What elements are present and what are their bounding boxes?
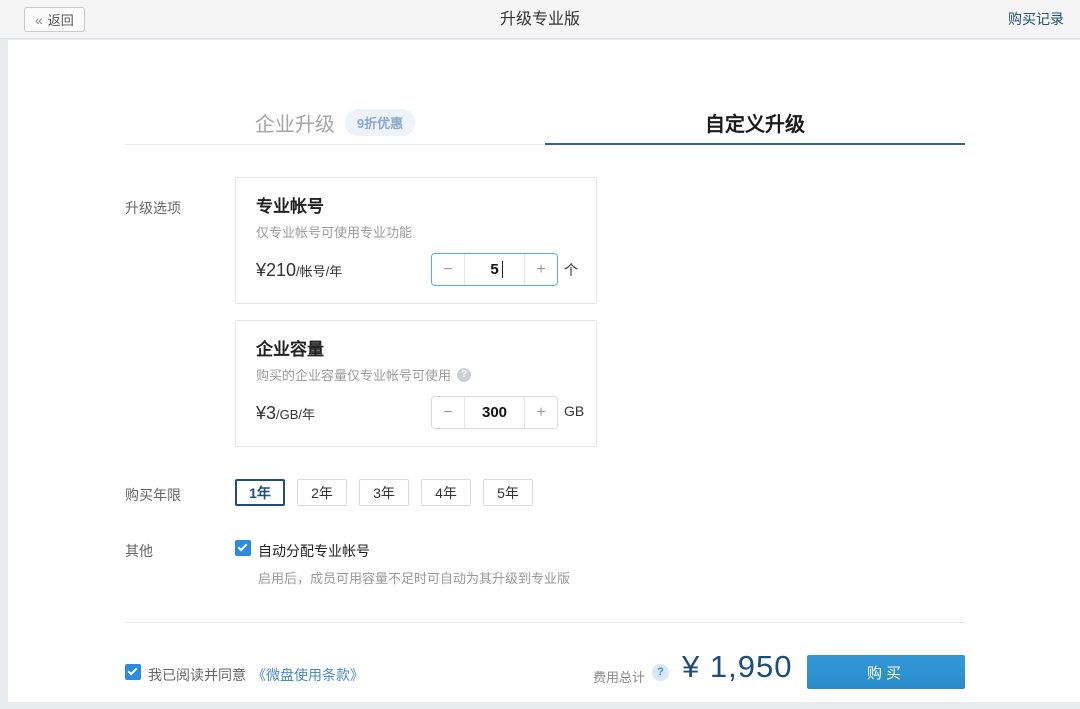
page-title: 升级专业版 <box>0 0 1080 39</box>
content-panel: 企业升级 9折优惠 自定义升级 升级选项 专业帐号 仅专业帐号可使用专业功能 ¥… <box>8 40 1080 702</box>
quantity-unit: 个 <box>564 260 578 280</box>
year-option-5[interactable]: 5年 <box>483 479 533 506</box>
footer-divider <box>125 622 965 623</box>
quantity-cell <box>465 254 524 285</box>
unit-price: ¥210 <box>256 260 296 281</box>
quantity-cell <box>465 397 524 428</box>
total-label: 费用总计 <box>593 667 645 686</box>
upgrade-page: « 返回 升级专业版 购买记录 企业升级 9折优惠 自定义升级 升级选项 专业帐… <box>0 0 1080 709</box>
capacity-quantity-input[interactable] <box>465 397 524 428</box>
discount-badge: 9折优惠 <box>345 109 415 136</box>
check-icon <box>238 542 248 552</box>
purchase-history-link[interactable]: 购买记录 <box>1008 0 1064 39</box>
plus-button[interactable]: + <box>524 397 557 428</box>
terms-checkbox[interactable] <box>125 664 141 680</box>
price-row: ¥210 /帐号/年 <box>256 260 342 281</box>
price-row: ¥3 /GB/年 <box>256 403 315 424</box>
account-quantity-input[interactable] <box>465 254 524 285</box>
buy-button[interactable]: 购买 <box>807 655 965 689</box>
topbar: « 返回 升级专业版 购买记录 <box>0 0 1080 39</box>
unit-price: ¥3 <box>256 403 276 424</box>
terms-link[interactable]: 《微盘使用条款》 <box>252 665 364 685</box>
card-desc: 购买的企业容量仅专业帐号可使用 ? <box>256 365 471 384</box>
minus-button[interactable]: − <box>432 397 465 428</box>
year-option-2[interactable]: 2年 <box>297 479 347 506</box>
tab-custom-label: 自定义升级 <box>705 108 805 137</box>
capacity-quantity-stepper: − + <box>431 396 558 429</box>
unit-price-suffix: /GB/年 <box>276 404 315 423</box>
tab-custom-upgrade[interactable]: 自定义升级 <box>545 100 965 144</box>
card-title: 专业帐号 <box>256 192 324 217</box>
auto-assign-label: 自动分配专业帐号 <box>258 541 370 561</box>
year-option-1[interactable]: 1年 <box>235 479 285 506</box>
active-tab-underline <box>545 143 965 145</box>
total-amount: ¥ 1,950 <box>682 649 792 685</box>
year-option-4[interactable]: 4年 <box>421 479 471 506</box>
card-title: 企业容量 <box>256 335 324 360</box>
plus-button[interactable]: + <box>524 254 557 285</box>
capacity-help-icon[interactable]: ? <box>457 368 471 382</box>
card-desc: 仅专业帐号可使用专业功能 <box>256 222 412 241</box>
tab-enterprise-upgrade[interactable]: 企业升级 9折优惠 <box>125 100 545 144</box>
unit-price-suffix: /帐号/年 <box>296 261 342 280</box>
total-help-icon[interactable]: ? <box>652 664 669 681</box>
check-icon <box>128 666 138 676</box>
agree-text: 我已阅读并同意 <box>148 665 246 685</box>
auto-assign-checkbox[interactable] <box>235 540 251 556</box>
tab-enterprise-label: 企业升级 <box>255 108 335 137</box>
other-label: 其他 <box>125 541 153 561</box>
year-option-3[interactable]: 3年 <box>359 479 409 506</box>
card-professional-account: 专业帐号 仅专业帐号可使用专业功能 ¥210 /帐号/年 − + 个 <box>235 177 597 304</box>
upgrade-options-label: 升级选项 <box>125 198 181 218</box>
auto-assign-desc: 启用后，成员可用容量不足时可自动为其升级到专业版 <box>258 568 570 587</box>
duration-label: 购买年限 <box>125 485 181 505</box>
card-enterprise-capacity: 企业容量 购买的企业容量仅专业帐号可使用 ? ¥3 /GB/年 − + GB <box>235 320 597 447</box>
account-quantity-stepper: − + <box>431 253 558 286</box>
quantity-unit: GB <box>564 403 584 419</box>
text-caret <box>502 261 503 278</box>
card-desc-text: 购买的企业容量仅专业帐号可使用 <box>256 365 451 384</box>
minus-button[interactable]: − <box>432 254 465 285</box>
